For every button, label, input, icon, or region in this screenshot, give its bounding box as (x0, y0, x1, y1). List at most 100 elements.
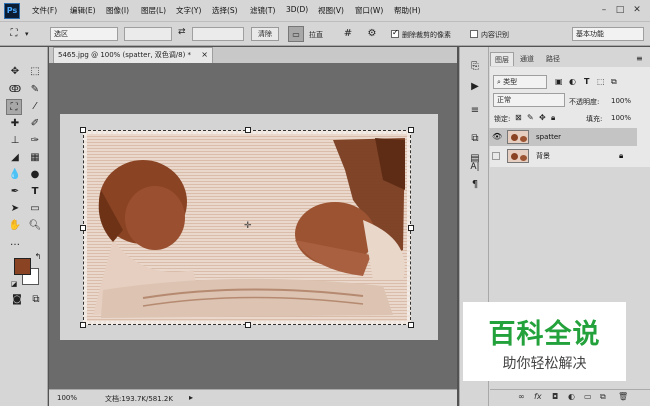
close-icon[interactable]: ✕ (629, 3, 645, 17)
move-tool-icon[interactable]: ✥ (7, 64, 23, 80)
quick-select-icon[interactable]: ✎ (27, 82, 43, 98)
height-input[interactable] (192, 27, 244, 41)
menu-view[interactable]: 视图(V) (318, 5, 344, 16)
link-icon[interactable]: ∞ (518, 392, 525, 401)
properties-icon[interactable]: ≡ (467, 103, 483, 119)
eye-icon[interactable]: 👁︎ (492, 128, 502, 146)
paragraph-icon[interactable]: ¶ (467, 177, 483, 193)
layer-filter-select[interactable]: ⌕ 类型 (493, 75, 547, 89)
clone-source-icon[interactable]: ⧉ (467, 131, 483, 147)
mask-icon[interactable]: ◘ (552, 392, 558, 401)
new-layer-icon[interactable]: ⧉ (600, 392, 606, 402)
actions-play-icon[interactable]: ▶ (467, 79, 483, 95)
status-arrow-icon[interactable]: ▸ (189, 393, 193, 402)
type-tool-icon[interactable]: T (27, 184, 43, 200)
lock-all-icon[interactable]: 🔒︎ (551, 113, 555, 123)
eraser-icon[interactable]: ◢ (7, 150, 23, 166)
menu-file[interactable]: 文件(F) (32, 5, 57, 16)
filter-shape-icon[interactable]: ⬚ (597, 77, 605, 86)
rectangle-tool-icon[interactable]: ▭ (27, 201, 43, 217)
blur-icon[interactable]: 💧 (7, 167, 23, 183)
crop-bounding-box[interactable]: ✛ (80, 127, 414, 328)
lock-transparent-icon[interactable]: ⊠ (515, 113, 522, 122)
swap-colors-icon[interactable]: ↰ (33, 252, 43, 262)
path-select-icon[interactable]: ➤ (7, 201, 23, 217)
layer-row-background[interactable]: 背景 🔒︎ (489, 147, 637, 165)
gradient-icon[interactable]: ▦ (27, 150, 43, 166)
crop-handle-right[interactable] (408, 225, 414, 231)
menu-3d[interactable]: 3D(D) (286, 5, 308, 14)
screen-mode-icon[interactable]: ⧉ (28, 292, 44, 308)
more-tools-icon[interactable]: … (7, 235, 23, 251)
character-icon[interactable]: A| (467, 159, 483, 175)
clear-button[interactable]: 清除 (251, 27, 279, 41)
menu-type[interactable]: 文字(Y) (176, 5, 201, 16)
tab-layers[interactable]: 图层 (490, 52, 514, 66)
crop-handle-top-left[interactable] (80, 127, 86, 133)
menu-help[interactable]: 帮助(H) (394, 5, 421, 16)
zoom-tool-icon[interactable]: 🔍︎ (27, 218, 43, 234)
crop-tool-icon[interactable]: ⛶ (6, 99, 22, 115)
foreground-color-swatch[interactable] (14, 258, 31, 275)
tab-channels[interactable]: 通道 (515, 52, 539, 66)
delete-cropped-checkbox[interactable] (391, 28, 399, 38)
eyedropper-icon[interactable]: ⁄ (27, 99, 43, 115)
fx-icon[interactable]: fx (534, 392, 542, 401)
width-input[interactable] (124, 27, 172, 41)
blend-mode-select[interactable]: 正常 (493, 93, 565, 107)
pen-tool-icon[interactable]: ✒ (7, 184, 23, 200)
workspace-select[interactable]: 基本功能 (572, 27, 644, 41)
marquee-tool-icon[interactable]: ⬚ (27, 64, 43, 80)
crop-handle-left[interactable] (80, 225, 86, 231)
grid-overlay-icon[interactable]: # (340, 26, 356, 42)
menu-image[interactable]: 图像(I) (106, 5, 129, 16)
menu-select[interactable]: 选择(S) (212, 5, 238, 16)
maximize-icon[interactable]: □ (612, 3, 628, 17)
ratio-select[interactable]: 选区 (50, 27, 118, 41)
crop-handle-bottom-right[interactable] (408, 322, 414, 328)
lock-position-icon[interactable]: ✥ (539, 113, 546, 122)
adjustment-icon[interactable]: ◐ (568, 392, 575, 401)
gear-icon[interactable]: ⚙ (364, 26, 380, 42)
minimize-icon[interactable]: – (596, 3, 612, 17)
hand-tool-icon[interactable]: ✋ (7, 218, 23, 234)
crop-handle-bottom[interactable] (245, 322, 251, 328)
history-brush-icon[interactable]: ✑ (27, 133, 43, 149)
history-panel-icon[interactable]: ⎘ (467, 59, 483, 75)
zoom-level[interactable]: 100% (57, 394, 77, 402)
opacity-value[interactable]: 100% (611, 97, 631, 105)
layer-row-spatter[interactable]: 👁︎ spatter (489, 128, 637, 146)
dodge-icon[interactable]: ● (27, 167, 43, 183)
lock-image-icon[interactable]: ✎ (527, 113, 534, 122)
tab-paths[interactable]: 路径 (541, 52, 565, 66)
crop-handle-top-right[interactable] (408, 127, 414, 133)
panel-menu-icon[interactable]: ≡ (636, 54, 643, 63)
default-colors-icon[interactable]: ◪ (9, 279, 19, 289)
filter-pixel-icon[interactable]: ▣ (555, 77, 563, 86)
clone-stamp-icon[interactable]: ⊥ (7, 133, 23, 149)
menu-edit[interactable]: 编辑(E) (70, 5, 96, 16)
content-aware-checkbox[interactable] (470, 30, 478, 38)
menu-window[interactable]: 窗口(W) (355, 5, 383, 16)
swap-icon[interactable]: ⇄ (178, 27, 186, 37)
menu-filter[interactable]: 滤镜(T) (250, 5, 275, 16)
crop-handle-bottom-left[interactable] (80, 322, 86, 328)
close-tab-icon[interactable]: × (201, 48, 208, 62)
visibility-toggle[interactable] (492, 152, 500, 160)
trash-icon[interactable]: 🗑︎ (618, 392, 628, 401)
filter-smart-icon[interactable]: ⧉ (611, 77, 617, 87)
filter-adjustment-icon[interactable]: ◐ (569, 77, 576, 86)
crop-tool-preset-icon[interactable]: ⛶ (6, 26, 22, 42)
quick-mask-icon[interactable]: ◙ (9, 292, 25, 308)
healing-brush-icon[interactable]: ✚ (7, 116, 23, 132)
brush-tool-icon[interactable]: ✐ (27, 116, 43, 132)
menu-layer[interactable]: 图层(L) (141, 5, 166, 16)
straighten-icon[interactable]: ▭ (288, 26, 304, 42)
filter-type-icon[interactable]: T (584, 77, 589, 86)
crop-handle-top[interactable] (245, 127, 251, 133)
fill-value[interactable]: 100% (611, 114, 631, 122)
lasso-tool-icon[interactable]: ↂ (7, 82, 23, 98)
chevron-down-icon[interactable]: ▾ (25, 30, 29, 38)
group-icon[interactable]: ▭ (584, 392, 592, 401)
document-tab[interactable]: 5465.jpg @ 100% (spatter, 双色调/8) * × (53, 47, 213, 63)
